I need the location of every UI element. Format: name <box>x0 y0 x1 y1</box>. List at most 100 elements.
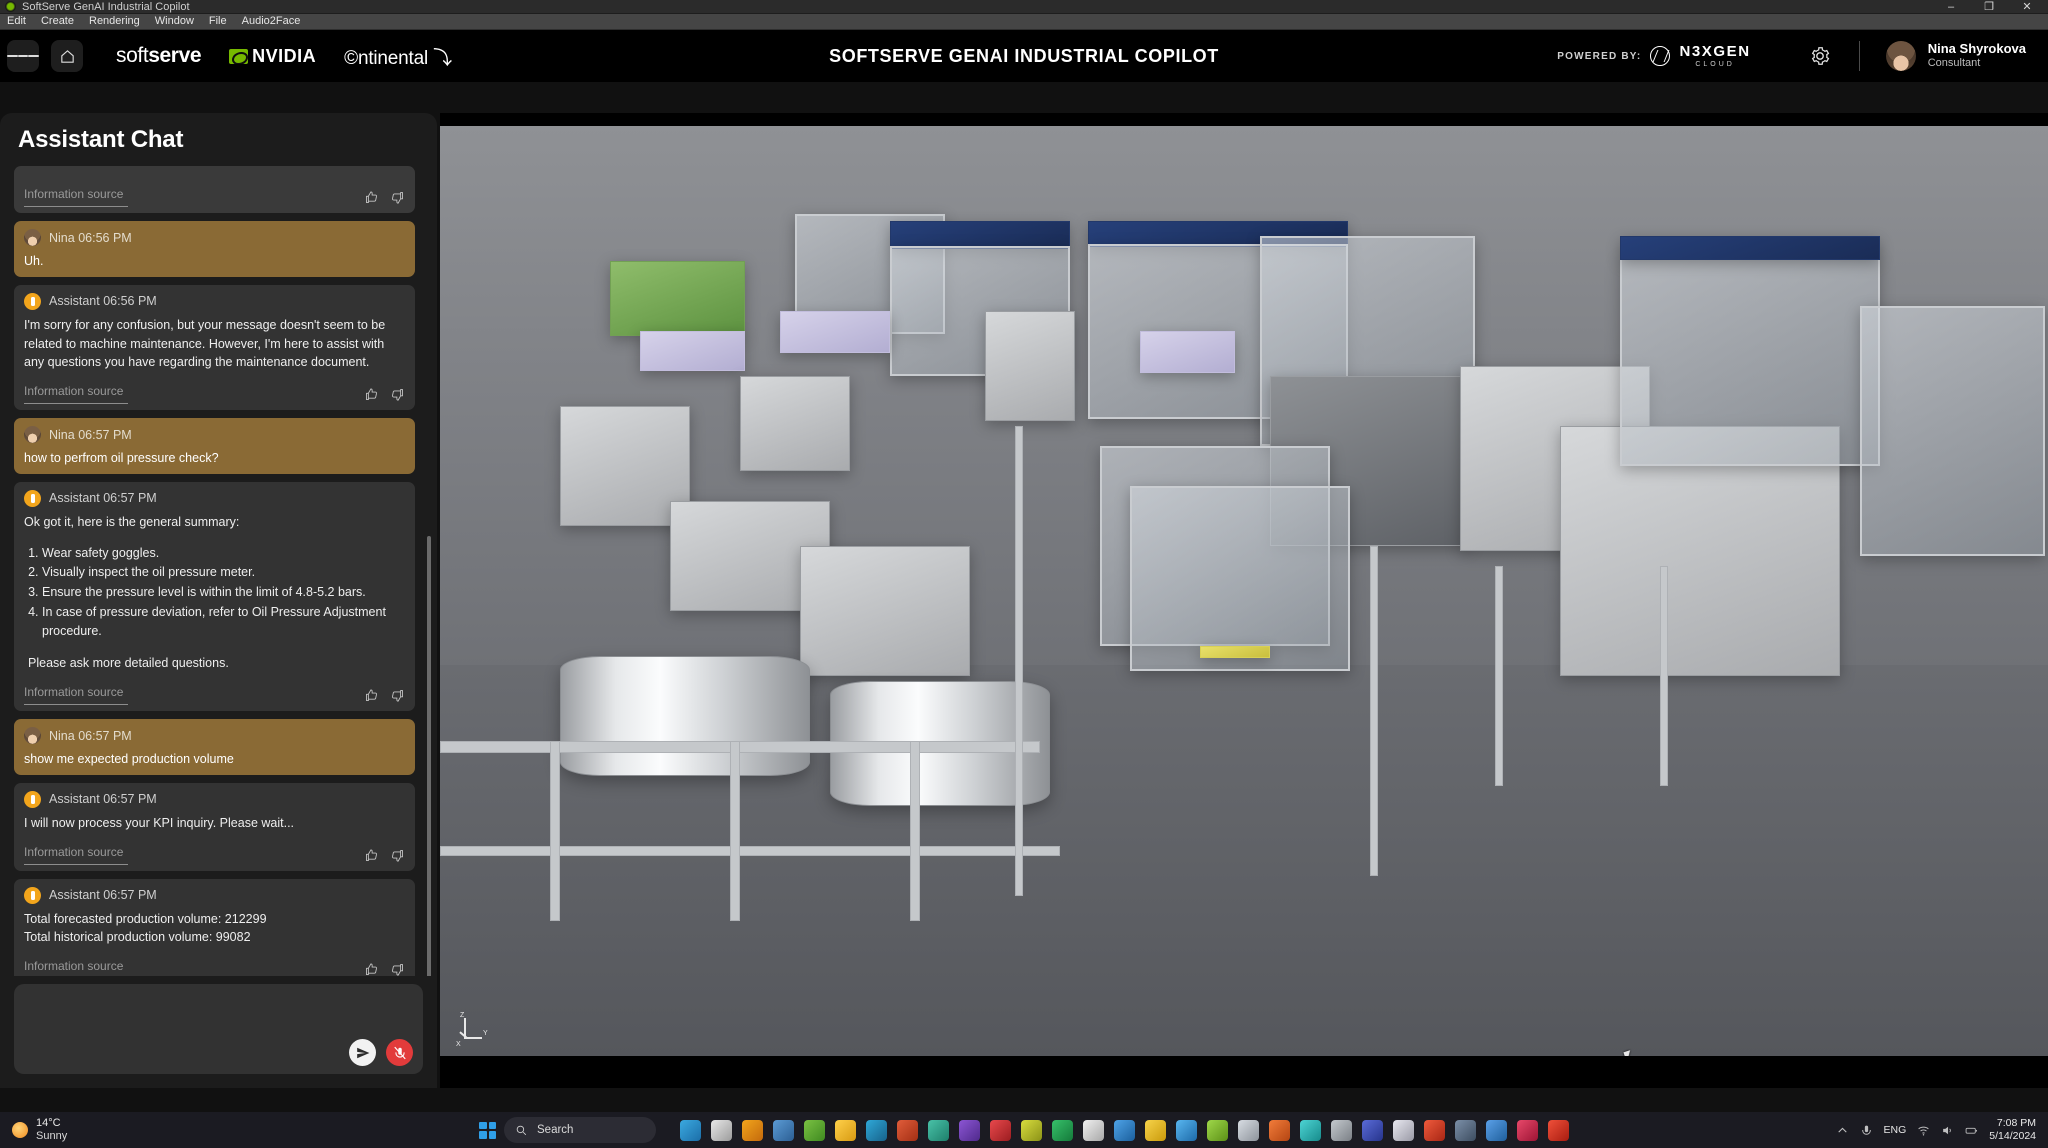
3d-viewport[interactable]: Z Y X <box>440 113 2048 1088</box>
weather-widget[interactable]: 14°C Sunny <box>12 1117 67 1142</box>
taskbar-app-icon[interactable] <box>1269 1120 1290 1141</box>
avatar[interactable] <box>1886 41 1916 71</box>
taskbar-app-icon[interactable] <box>1083 1120 1104 1141</box>
volume-icon[interactable] <box>1941 1124 1954 1137</box>
thumbs-down-icon[interactable] <box>390 962 405 976</box>
information-source-link[interactable]: Information source <box>24 845 128 865</box>
taskbar-clock[interactable]: 7:08 PM 5/14/2024 <box>1989 1117 2036 1143</box>
taskbar-app-icon[interactable] <box>680 1120 701 1141</box>
n3xgen-brand: N3XGEN <box>1679 44 1750 59</box>
menu-item-edit[interactable]: Edit <box>4 14 29 29</box>
machine-block <box>1620 236 1880 260</box>
maximize-button[interactable]: ❐ <box>1982 1 1996 13</box>
menu-item-audio2face[interactable]: Audio2Face <box>239 14 304 29</box>
language-indicator[interactable]: ENG <box>1884 1124 1907 1136</box>
taskbar-app-icon[interactable] <box>1548 1120 1569 1141</box>
taskbar-app-icon[interactable] <box>990 1120 1011 1141</box>
message-sender: Assistant <box>49 491 100 505</box>
chevron-up-icon[interactable] <box>1836 1124 1849 1137</box>
structural-beam <box>730 741 740 921</box>
thumbs-up-icon[interactable] <box>364 387 379 402</box>
taskbar-app-icon[interactable] <box>1021 1120 1042 1141</box>
n3xgen-subbrand: CLOUD <box>1679 61 1750 68</box>
taskbar-app-icon[interactable] <box>1145 1120 1166 1141</box>
taskbar-app-icon[interactable] <box>897 1120 918 1141</box>
hamburger-menu-button[interactable] <box>7 40 39 72</box>
chat-message-user: Nina 06:57 PM how to perfrom oil pressur… <box>14 418 415 474</box>
message-body: Uh. <box>24 252 405 271</box>
minimize-button[interactable]: – <box>1944 1 1958 13</box>
message-header: Assistant 06:56 PM <box>24 293 405 310</box>
taskbar-app-icon[interactable] <box>1331 1120 1352 1141</box>
battery-icon[interactable] <box>1965 1124 1978 1137</box>
message-footer: Information source <box>24 959 405 976</box>
taskbar-app-icon[interactable] <box>1176 1120 1197 1141</box>
chat-panel-title: Assistant Chat <box>0 113 437 166</box>
taskbar-app-icon[interactable] <box>773 1120 794 1141</box>
nvidia-logo: NVIDIA <box>229 46 316 67</box>
taskbar-app-icon[interactable] <box>1455 1120 1476 1141</box>
gear-icon[interactable] <box>1809 45 1831 67</box>
chat-scrollbar[interactable] <box>427 536 431 976</box>
home-button[interactable] <box>51 40 83 72</box>
chat-input-box[interactable] <box>14 984 423 1074</box>
taskbar-app-icon[interactable] <box>928 1120 949 1141</box>
digital-twin-scene[interactable]: Z Y X <box>440 126 2048 1056</box>
taskbar-app-icon[interactable] <box>1424 1120 1445 1141</box>
thumbs-up-icon[interactable] <box>364 190 379 205</box>
taskbar-app-icon[interactable] <box>1393 1120 1414 1141</box>
taskbar-app-icon[interactable] <box>804 1120 825 1141</box>
user-avatar-icon <box>24 727 41 744</box>
taskbar-app-icon[interactable] <box>866 1120 887 1141</box>
thumbs-down-icon[interactable] <box>390 387 405 402</box>
windows-taskbar: 14°C Sunny Search <box>0 1112 2048 1148</box>
user-info: Nina Shyrokova Consultant <box>1928 41 2026 71</box>
taskbar-app-icon[interactable] <box>1486 1120 1507 1141</box>
message-intro: Ok got it, here is the general summary: <box>24 513 405 532</box>
taskbar-search[interactable]: Search <box>504 1117 656 1143</box>
wifi-icon[interactable] <box>1917 1124 1930 1137</box>
chat-message-user: Nina 06:56 PM Uh. <box>14 221 415 277</box>
message-body: how to perfrom oil pressure check? <box>24 449 405 468</box>
taskbar-app-icon[interactable] <box>1300 1120 1321 1141</box>
taskbar-system-tray: ENG 7:08 PM 5/14/2024 <box>1836 1117 2048 1143</box>
machine-enclosure <box>1130 486 1350 671</box>
machine-block <box>640 331 745 371</box>
message-sender: Assistant <box>49 792 100 806</box>
information-source-link[interactable]: Information source <box>24 685 128 705</box>
chat-message-list[interactable]: Information source Nina 06:56 PM Uh. <box>0 166 437 976</box>
taskbar-app-icon[interactable] <box>711 1120 732 1141</box>
taskbar-app-icon[interactable] <box>1052 1120 1073 1141</box>
send-button[interactable] <box>349 1039 376 1066</box>
taskbar-app-icon[interactable] <box>959 1120 980 1141</box>
taskbar-app-icon[interactable] <box>742 1120 763 1141</box>
thumbs-down-icon[interactable] <box>390 688 405 703</box>
message-time: 06:56 PM <box>103 294 157 308</box>
procedure-step: Visually inspect the oil pressure meter. <box>42 563 405 582</box>
structural-beam <box>440 846 1060 856</box>
microphone-icon[interactable] <box>1860 1124 1873 1137</box>
menu-item-file[interactable]: File <box>206 14 230 29</box>
menu-item-create[interactable]: Create <box>38 14 77 29</box>
thumbs-up-icon[interactable] <box>364 848 379 863</box>
microphone-mute-button[interactable] <box>386 1039 413 1066</box>
taskbar-app-icon[interactable] <box>1362 1120 1383 1141</box>
taskbar-app-icon[interactable] <box>1517 1120 1538 1141</box>
information-source-link[interactable]: Information source <box>24 384 128 404</box>
windows-start-icon[interactable] <box>479 1122 496 1139</box>
information-source-link[interactable]: Information source <box>24 959 128 976</box>
menu-item-window[interactable]: Window <box>152 14 197 29</box>
thumbs-up-icon[interactable] <box>364 688 379 703</box>
thumbs-down-icon[interactable] <box>390 190 405 205</box>
message-closing-text: Please ask more detailed questions. <box>24 654 405 673</box>
menu-item-rendering[interactable]: Rendering <box>86 14 143 29</box>
thumbs-up-icon[interactable] <box>364 962 379 976</box>
thumbs-down-icon[interactable] <box>390 848 405 863</box>
taskbar-app-icon[interactable] <box>1207 1120 1228 1141</box>
taskbar-app-icon[interactable] <box>1238 1120 1259 1141</box>
taskbar-app-icon[interactable] <box>1114 1120 1135 1141</box>
taskbar-app-icon[interactable] <box>835 1120 856 1141</box>
machine-block <box>800 546 970 676</box>
information-source-link[interactable]: Information source <box>24 187 128 207</box>
close-button[interactable]: ✕ <box>2020 1 2034 13</box>
